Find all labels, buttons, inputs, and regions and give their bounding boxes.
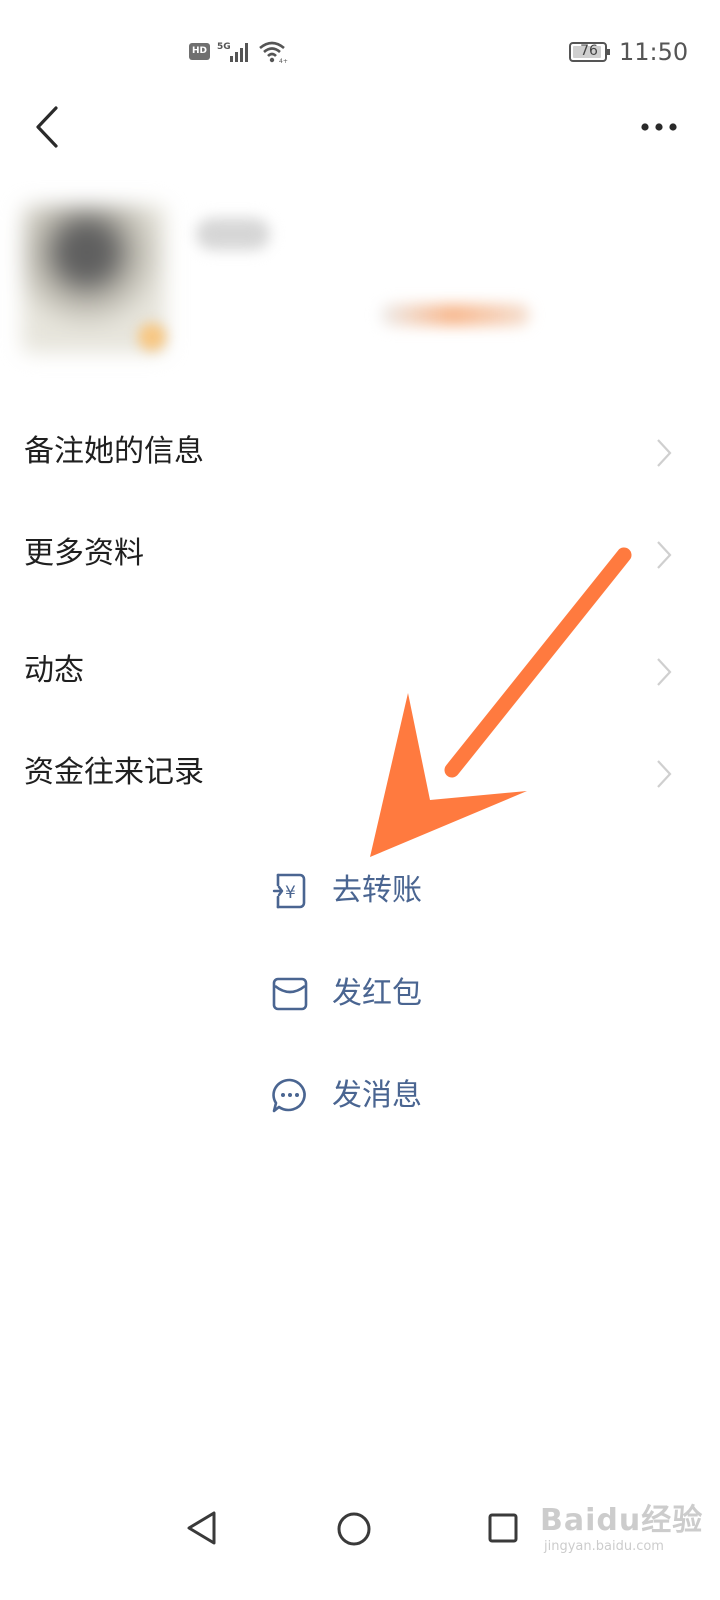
svg-text:4+: 4+ xyxy=(279,58,288,64)
menu-item-label: 更多资料 xyxy=(24,536,144,571)
signal-icon: 5G xyxy=(217,42,248,62)
menu-item-label: 备注她的信息 xyxy=(24,434,204,469)
send-message-label: 发消息 xyxy=(332,1078,422,1113)
watermark: Baidu经验 jingyan.baidu.com xyxy=(540,1495,715,1585)
menu-item-transaction-records[interactable]: 资金往来记录 xyxy=(0,729,720,817)
menu-item-moments[interactable]: 动态 xyxy=(0,627,720,715)
chevron-left-icon xyxy=(36,106,58,148)
menu-item-remark[interactable]: 备注她的信息 xyxy=(0,408,720,496)
profile-info-blurred xyxy=(380,304,530,326)
more-horizontal-icon xyxy=(641,123,677,131)
menu-item-label: 动态 xyxy=(24,653,84,688)
nav-recents-icon[interactable] xyxy=(487,1512,519,1544)
clock: 11:50 xyxy=(619,38,689,66)
chevron-right-icon xyxy=(657,760,672,788)
nickname-blurred xyxy=(196,218,270,250)
avatar-badge xyxy=(138,323,166,351)
menu-item-more-info[interactable]: 更多资料 xyxy=(0,510,720,598)
red-envelope-label: 发红包 xyxy=(332,976,422,1011)
network-label: 5G xyxy=(217,42,231,52)
watermark-brand: Baidu经验 xyxy=(540,1503,704,1538)
battery-level: 76 xyxy=(580,43,598,59)
chevron-right-icon xyxy=(657,658,672,686)
transfer-yen-icon: ¥ xyxy=(272,873,306,909)
watermark-url: jingyan.baidu.com xyxy=(544,1539,664,1554)
wifi-icon: 4+ xyxy=(259,41,288,64)
svg-text:¥: ¥ xyxy=(285,883,296,903)
more-button[interactable] xyxy=(634,110,684,144)
hd-badge: HD xyxy=(189,43,210,60)
chevron-right-icon xyxy=(657,541,672,569)
chat-bubble-icon xyxy=(272,1078,306,1113)
nav-back-icon[interactable] xyxy=(182,1508,222,1548)
red-envelope-icon xyxy=(272,977,308,1011)
status-bar: HD 5G 4+ 76 11:50 xyxy=(0,0,720,100)
nav-home-icon[interactable] xyxy=(335,1510,373,1548)
chevron-right-icon xyxy=(657,439,672,467)
red-envelope-button[interactable]: 发红包 xyxy=(270,962,470,1026)
send-message-button[interactable]: 发消息 xyxy=(270,1064,470,1128)
transfer-button[interactable]: ¥ 去转账 xyxy=(270,859,470,923)
transfer-label: 去转账 xyxy=(332,873,422,908)
menu-item-label: 资金往来记录 xyxy=(24,755,204,790)
back-button[interactable] xyxy=(24,102,70,152)
